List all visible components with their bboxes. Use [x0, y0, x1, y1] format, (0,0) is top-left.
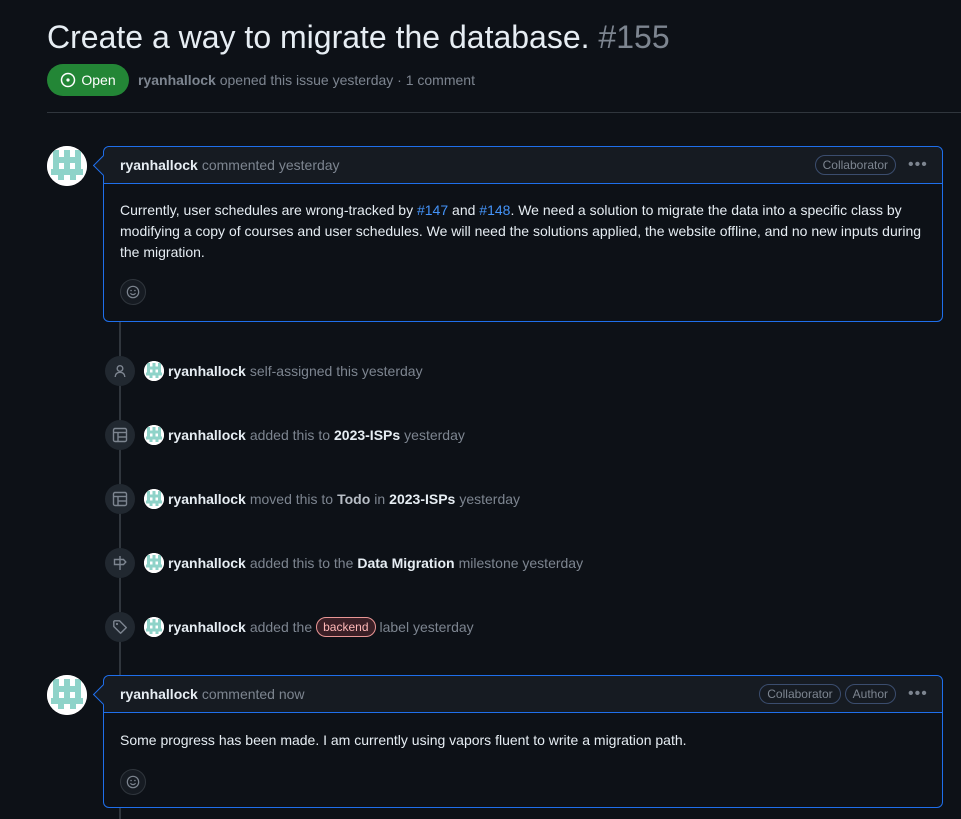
issue-author-link[interactable]: ryanhallock [138, 72, 216, 88]
issue-link-147[interactable]: #147 [417, 202, 448, 218]
role-badge-collaborator: Collaborator [814, 155, 896, 175]
role-badge-collaborator: Collaborator [759, 684, 841, 704]
issue-title: Create a way to migrate the database. [47, 19, 590, 55]
issue-number: #155 [598, 19, 670, 55]
identicon-image [47, 146, 87, 186]
event-text: yesterday [459, 491, 521, 507]
event-text: added this to the [249, 555, 354, 571]
issue-meta: ryanhallock opened this issue yesterday … [138, 70, 475, 90]
event-actor[interactable]: ryanhallock [168, 555, 246, 571]
comment-header: ryanhallock commented yesterday Collabor… [104, 147, 942, 184]
event-text: in [374, 491, 386, 507]
add-reaction-button[interactable] [120, 769, 146, 795]
event-actor[interactable]: ryanhallock [168, 491, 246, 507]
project-table-icon [105, 484, 135, 514]
event-text: moved this to [249, 491, 334, 507]
timeline-event-milestone: ryanhallock added this to the Data Migra… [105, 548, 583, 578]
event-text: label yesterday [379, 619, 474, 635]
event-avatar[interactable] [144, 361, 164, 381]
identicon-image [47, 675, 87, 715]
issue-state-label: Open [81, 72, 116, 88]
project-link[interactable]: 2023-ISPs [389, 491, 455, 507]
smiley-icon [126, 775, 140, 789]
timeline-event-project-moved: ryanhallock moved this to Todo in 2023-I… [105, 484, 520, 514]
timeline-event-project-added: ryanhallock added this to 2023-ISPs yest… [105, 420, 465, 450]
comment-timestamp[interactable]: commented yesterday [202, 157, 340, 173]
event-text: self-assigned this yesterday [249, 363, 423, 379]
event-avatar[interactable] [144, 425, 164, 445]
event-actor[interactable]: ryanhallock [168, 619, 246, 635]
comment-text-part: Currently, user schedules are wrong-trac… [120, 202, 414, 218]
event-avatar[interactable] [144, 489, 164, 509]
comment-text: Currently, user schedules are wrong-trac… [120, 200, 926, 263]
header-divider [47, 112, 961, 113]
issue-state-badge: Open [47, 64, 129, 96]
person-icon [105, 356, 135, 386]
issue-meta-text: opened this issue yesterday · 1 comment [219, 72, 475, 88]
timeline-event-assigned: ryanhallock self-assigned this yesterday [105, 356, 423, 386]
event-text: added the [249, 619, 313, 635]
comment-body: Some progress has been made. I am curren… [104, 713, 942, 809]
timeline-event-labeled: ryanhallock added the backend label yest… [105, 612, 474, 642]
project-link[interactable]: 2023-ISPs [334, 427, 400, 443]
event-avatar[interactable] [144, 617, 164, 637]
comment-card: ryanhallock commented yesterday Collabor… [103, 146, 943, 322]
comment-avatar[interactable] [47, 146, 87, 186]
comment-body: Currently, user schedules are wrong-trac… [104, 184, 942, 319]
issue-link-148[interactable]: #148 [479, 202, 510, 218]
add-reaction-button[interactable] [120, 279, 146, 305]
comment-text-part: and [452, 202, 476, 218]
comment-author[interactable]: ryanhallock [120, 686, 198, 702]
event-avatar[interactable] [144, 553, 164, 573]
comment-options-button[interactable]: ••• [908, 685, 927, 703]
event-text: milestone yesterday [458, 555, 584, 571]
milestone-link[interactable]: Data Migration [357, 555, 454, 571]
project-table-icon [105, 420, 135, 450]
event-text: added this to [249, 427, 330, 443]
timeline-line-bottom [119, 808, 121, 819]
comment-author[interactable]: ryanhallock [120, 157, 198, 173]
event-actor[interactable]: ryanhallock [168, 363, 246, 379]
role-badge-author: Author [844, 684, 896, 704]
event-actor[interactable]: ryanhallock [168, 427, 246, 443]
issue-title-row: Create a way to migrate the database. #1… [47, 14, 670, 60]
comment-timestamp[interactable]: commented now [202, 686, 305, 702]
tag-icon [105, 612, 135, 642]
event-text: yesterday [404, 427, 465, 443]
comment-options-button[interactable]: ••• [908, 156, 927, 174]
milestone-icon [105, 548, 135, 578]
comment-card: ryanhallock commented now Collaborator A… [103, 675, 943, 808]
label-badge-backend[interactable]: backend [316, 617, 376, 637]
comment-avatar[interactable] [47, 675, 87, 715]
comment-header: ryanhallock commented now Collaborator A… [104, 676, 942, 713]
comment-text: Some progress has been made. I am curren… [120, 732, 687, 748]
issue-open-icon [61, 72, 76, 88]
status-name: Todo [337, 491, 371, 507]
smiley-icon [126, 285, 140, 299]
